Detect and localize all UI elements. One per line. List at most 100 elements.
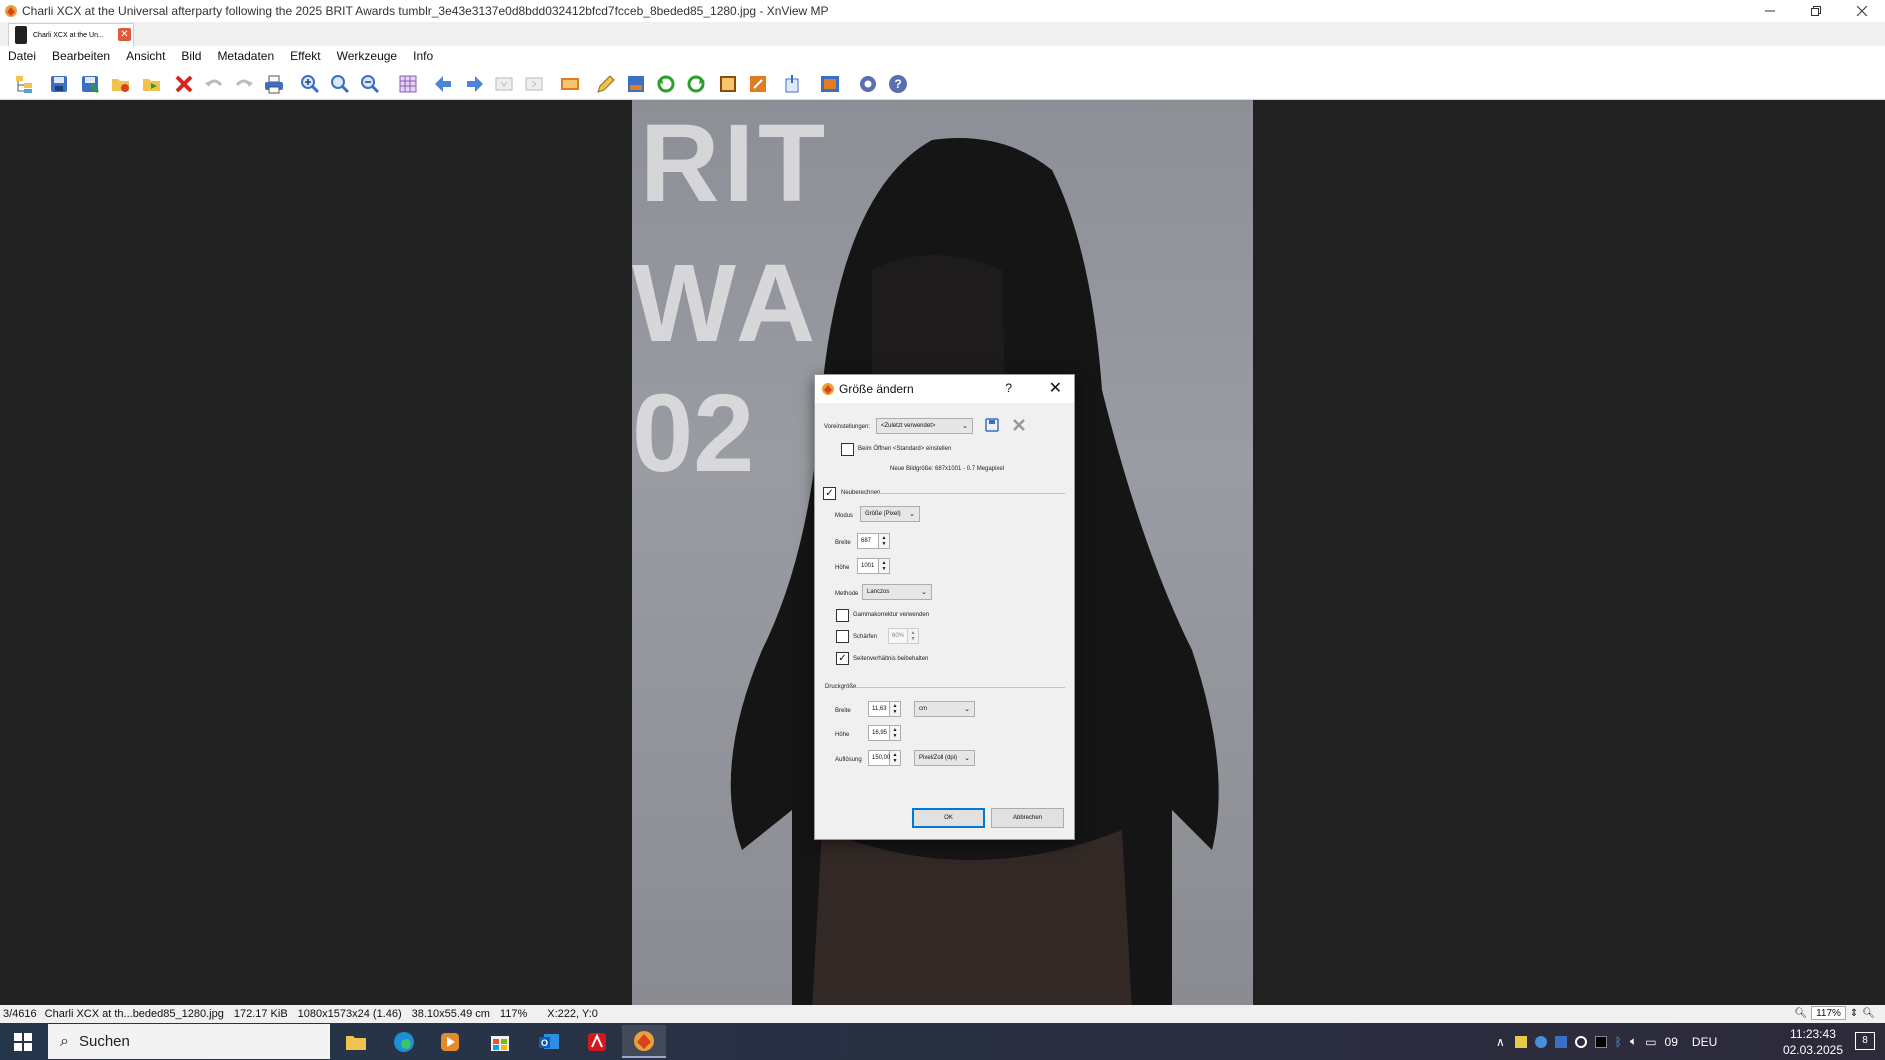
width-spinbox[interactable]: 687 ▲ ▼ (857, 533, 890, 549)
presets-dropdown[interactable]: <Zuletzt verwendet> ⌄ (876, 418, 973, 434)
height-value[interactable]: 1001 (857, 558, 879, 574)
rotate-right-button[interactable] (684, 72, 708, 96)
resolution-spinbox[interactable]: 150,00 ▲ ▼ (868, 750, 901, 766)
zoom-in-small-icon[interactable]: 🔍︎ (1862, 1008, 1875, 1019)
grid-button[interactable] (396, 72, 420, 96)
undo-button[interactable] (202, 72, 226, 96)
resolution-unit-dropdown[interactable]: Pixel/Zoll (dpi) ⌄ (914, 750, 975, 766)
print-unit-dropdown[interactable]: cm ⌄ (914, 701, 975, 717)
image-tab[interactable]: Charli XCX at the Un... ✕ (8, 23, 134, 46)
sharpen-checkbox[interactable] (836, 630, 849, 643)
taskbar-file-explorer[interactable] (334, 1025, 378, 1058)
tab-close-icon[interactable]: ✕ (118, 28, 131, 41)
print-width-spinbox[interactable]: 11,63 ▲ ▼ (868, 701, 901, 717)
width-value[interactable]: 687 (857, 533, 879, 549)
volume-icon[interactable]: 🔈︎ (1630, 1034, 1637, 1049)
first-button[interactable] (492, 72, 516, 96)
zoom-out-button[interactable] (358, 72, 382, 96)
close-window-button[interactable] (1839, 0, 1885, 22)
move-to-button[interactable] (140, 72, 164, 96)
crop-button[interactable] (716, 72, 740, 96)
keep-ratio-checkbox[interactable]: ✓ (836, 652, 849, 665)
copy-to-button[interactable] (109, 72, 133, 96)
mode-dropdown[interactable]: Größe (Pixel) ⌄ (860, 506, 920, 522)
sharpen-value[interactable]: 60% (888, 628, 908, 644)
fullscreen-button[interactable] (818, 72, 842, 96)
spin-arrows-icon[interactable]: ▲ ▼ (890, 750, 901, 766)
image-viewer[interactable]: RIT WA DS 02 Größe ändern ? ✕ Voreinstel… (0, 100, 1885, 1005)
tray-app-icon[interactable] (1514, 1035, 1527, 1048)
spin-arrows-icon[interactable]: ▲ ▼ (879, 558, 890, 574)
gamma-checkbox[interactable] (836, 609, 849, 622)
previous-button[interactable] (432, 72, 456, 96)
zoom-in-button[interactable] (298, 72, 322, 96)
next-button[interactable] (462, 72, 486, 96)
save-button[interactable] (47, 72, 71, 96)
redo-button[interactable] (232, 72, 256, 96)
resize-button[interactable] (746, 72, 770, 96)
minimize-button[interactable] (1747, 0, 1793, 22)
taskbar-clock[interactable]: 11:23:43 02.03.2025 (1783, 1026, 1843, 1058)
start-button[interactable] (0, 1023, 46, 1060)
help-button[interactable]: ? (886, 72, 910, 96)
tray-expand-icon[interactable]: ∧ (1496, 1035, 1505, 1049)
cancel-button[interactable]: Abbrechen (991, 808, 1064, 828)
save-preset-button[interactable] (985, 418, 999, 434)
recalculate-checkbox[interactable]: ✓ (823, 487, 836, 500)
menu-datei[interactable]: Datei (0, 49, 44, 63)
delete-preset-button[interactable] (1012, 418, 1026, 434)
taskbar-acrobat[interactable] (575, 1025, 619, 1058)
spin-arrows-icon[interactable]: ▲ ▼ (890, 701, 901, 717)
spin-arrows-icon[interactable]: ▲ ▼ (908, 628, 919, 644)
open-default-checkbox[interactable] (841, 443, 854, 456)
zoom-out-small-icon[interactable]: 🔍︎ (1794, 1008, 1807, 1019)
taskbar-media-player[interactable] (428, 1025, 472, 1058)
tray-sync-icon[interactable] (1534, 1035, 1547, 1048)
slideshow-button[interactable] (558, 72, 582, 96)
height-spinbox[interactable]: 1001 ▲ ▼ (857, 558, 890, 574)
restore-button[interactable] (1793, 0, 1839, 22)
menu-bild[interactable]: Bild (173, 49, 209, 63)
method-dropdown[interactable]: Lanczos ⌄ (862, 584, 932, 600)
last-button[interactable] (522, 72, 546, 96)
taskbar-xnview[interactable] (622, 1025, 666, 1058)
zoom-value-field[interactable]: 117% (1811, 1006, 1846, 1020)
resolution-value[interactable]: 150,00 (868, 750, 890, 766)
print-height-value[interactable]: 16,95 (868, 725, 890, 741)
print-height-spinbox[interactable]: 16,95 ▲ ▼ (868, 725, 901, 741)
print-width-value[interactable]: 11,63 (868, 701, 890, 717)
ok-button[interactable]: OK (912, 808, 985, 828)
network-icon[interactable]: ▭ (1645, 1035, 1656, 1049)
settings-button[interactable] (856, 72, 880, 96)
spin-arrows-icon[interactable]: ▲ ▼ (890, 725, 901, 741)
zoom-fit-button[interactable] (328, 72, 352, 96)
menu-effekt[interactable]: Effekt (282, 49, 328, 63)
tray-monitor-icon[interactable] (1554, 1035, 1567, 1048)
menu-info[interactable]: Info (405, 49, 441, 63)
menu-metadaten[interactable]: Metadaten (209, 49, 282, 63)
browser-button[interactable] (12, 72, 36, 96)
menu-werkzeuge[interactable]: Werkzeuge (329, 49, 405, 63)
adjust-button[interactable] (624, 72, 648, 96)
taskbar-store[interactable] (478, 1025, 522, 1058)
menu-bearbeiten[interactable]: Bearbeiten (44, 49, 118, 63)
language-indicator[interactable]: DEU (1692, 1035, 1717, 1049)
edit-button[interactable] (594, 72, 618, 96)
bluetooth-icon[interactable]: ᛒ (1615, 1035, 1622, 1049)
taskbar-outlook[interactable]: O (527, 1025, 571, 1058)
print-button[interactable] (262, 72, 286, 96)
spin-arrows-icon[interactable]: ▲ ▼ (879, 533, 890, 549)
sharpen-spinbox[interactable]: 60% ▲ ▼ (888, 628, 919, 644)
rotate-left-button[interactable] (654, 72, 678, 96)
tray-network-icon[interactable] (1574, 1035, 1587, 1048)
dialog-help-button[interactable]: ? (1005, 381, 1012, 395)
tray-black-app-icon[interactable] (1594, 1035, 1607, 1048)
taskbar-edge[interactable] (382, 1025, 426, 1058)
dialog-close-button[interactable]: ✕ (1049, 378, 1062, 398)
notification-center-icon[interactable]: 8 (1855, 1032, 1875, 1050)
taskbar-search[interactable]: ⌕ Suchen (48, 1024, 330, 1059)
menu-ansicht[interactable]: Ansicht (118, 49, 173, 63)
delete-button[interactable] (172, 72, 196, 96)
export-button[interactable] (780, 72, 804, 96)
save-as-button[interactable] (78, 72, 102, 96)
